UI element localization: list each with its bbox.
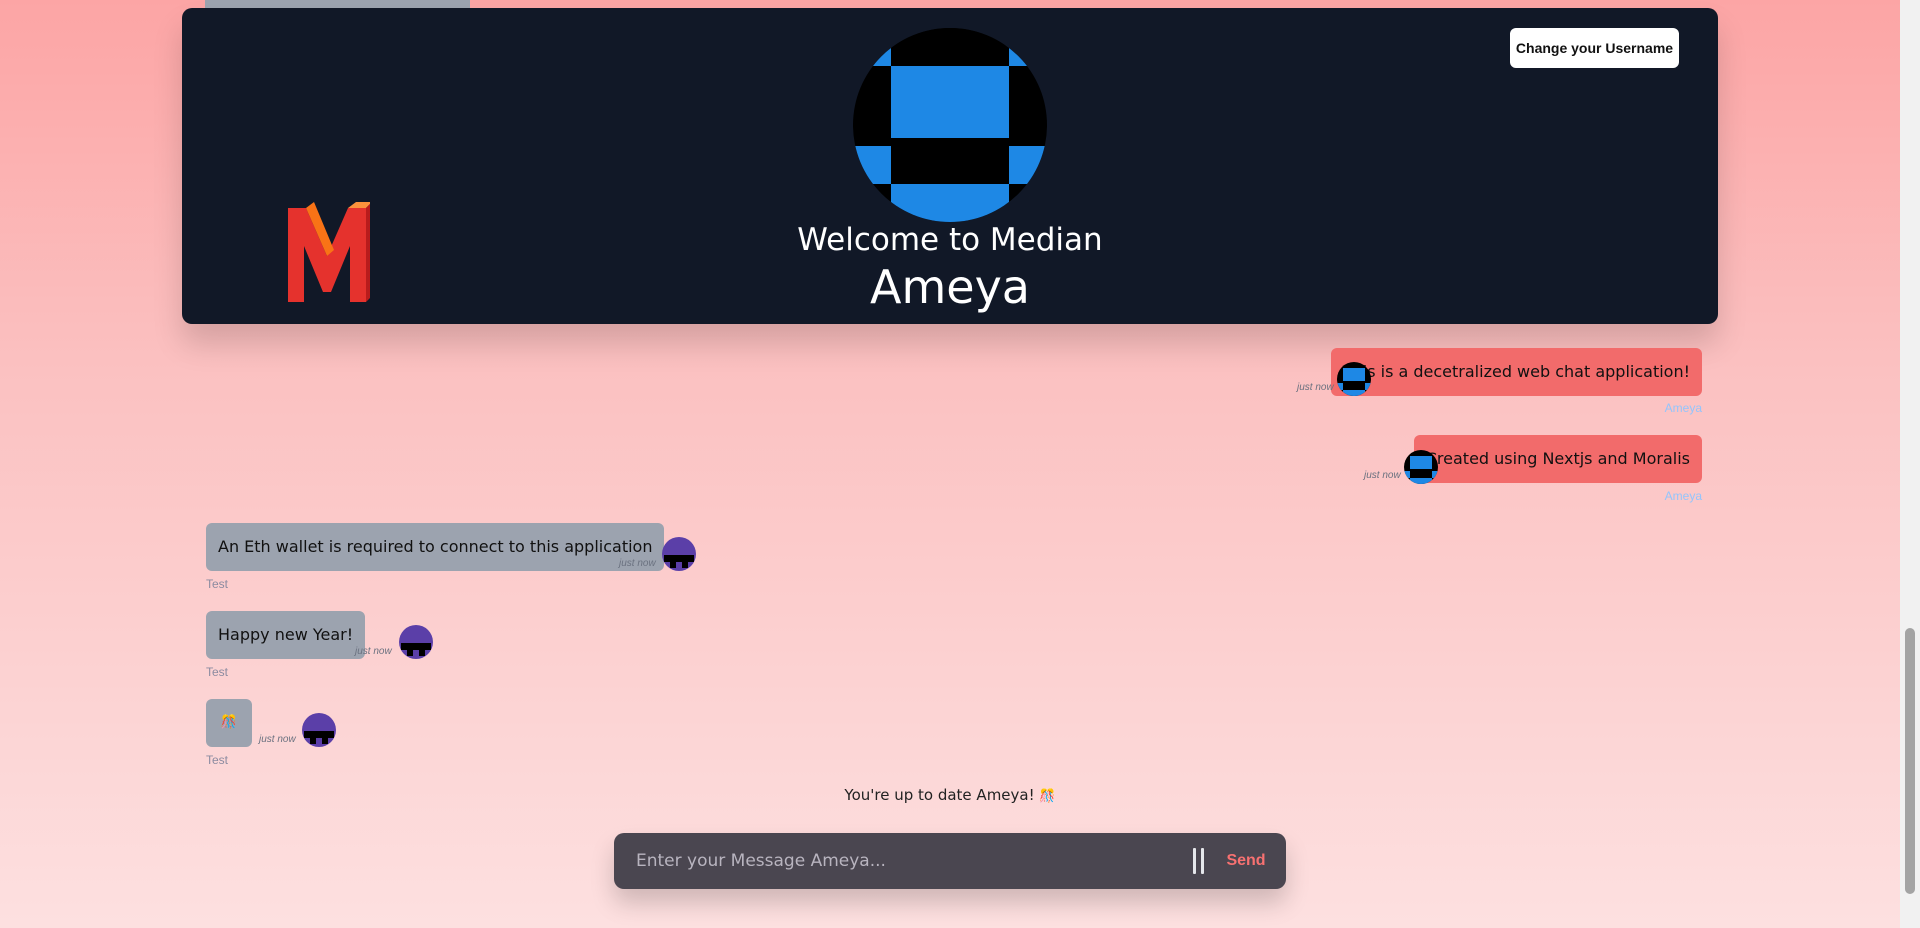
message-bubble: An Eth wallet is required to connect to …: [206, 523, 665, 571]
message-bubble: 🎊: [206, 699, 252, 747]
message-time: just now: [355, 646, 392, 657]
user-avatar-large: [853, 28, 1047, 222]
welcome-banner: Welcome to Median Ameya Change your User…: [182, 8, 1718, 324]
message-sender: Ameya: [1664, 489, 1702, 503]
message-bubble: Created using Nextjs and Moralis: [1413, 435, 1702, 483]
change-username-button[interactable]: Change your Username: [1510, 28, 1679, 68]
message-sender: Test: [206, 577, 229, 591]
message-bubble: This is a decetralized web chat applicat…: [1330, 348, 1702, 396]
sender-avatar: [302, 713, 336, 747]
sender-avatar: [662, 537, 696, 571]
sender-avatar: [399, 625, 433, 659]
message-time: just now: [1364, 470, 1401, 481]
message-input[interactable]: [636, 847, 1176, 875]
sender-avatar: [1337, 362, 1371, 396]
scrollbar-thumb[interactable]: [1905, 628, 1915, 894]
confetti-icon: 🎊: [1039, 789, 1056, 804]
welcome-heading: Welcome to Median: [797, 222, 1103, 258]
username-heading: Ameya: [870, 260, 1030, 314]
message-time: just now: [259, 734, 296, 745]
up-to-date-status: You're up to date Ameya! 🎊: [0, 786, 1900, 804]
attachment-icon[interactable]: [1191, 848, 1207, 874]
message-sender: Test: [206, 665, 229, 679]
message-time: just now: [619, 558, 656, 569]
message-sender: Test: [206, 753, 229, 767]
message-composer: Send: [614, 833, 1286, 889]
top-strip: [205, 0, 470, 8]
send-button[interactable]: Send: [1219, 833, 1273, 889]
message-bubble: Happy new Year!: [206, 611, 366, 659]
message-sender: Ameya: [1664, 401, 1702, 415]
message-time: just now: [1297, 382, 1334, 393]
page-scrollbar[interactable]: [1900, 0, 1920, 928]
status-text: You're up to date Ameya!: [844, 786, 1035, 804]
sender-avatar: [1404, 450, 1438, 484]
